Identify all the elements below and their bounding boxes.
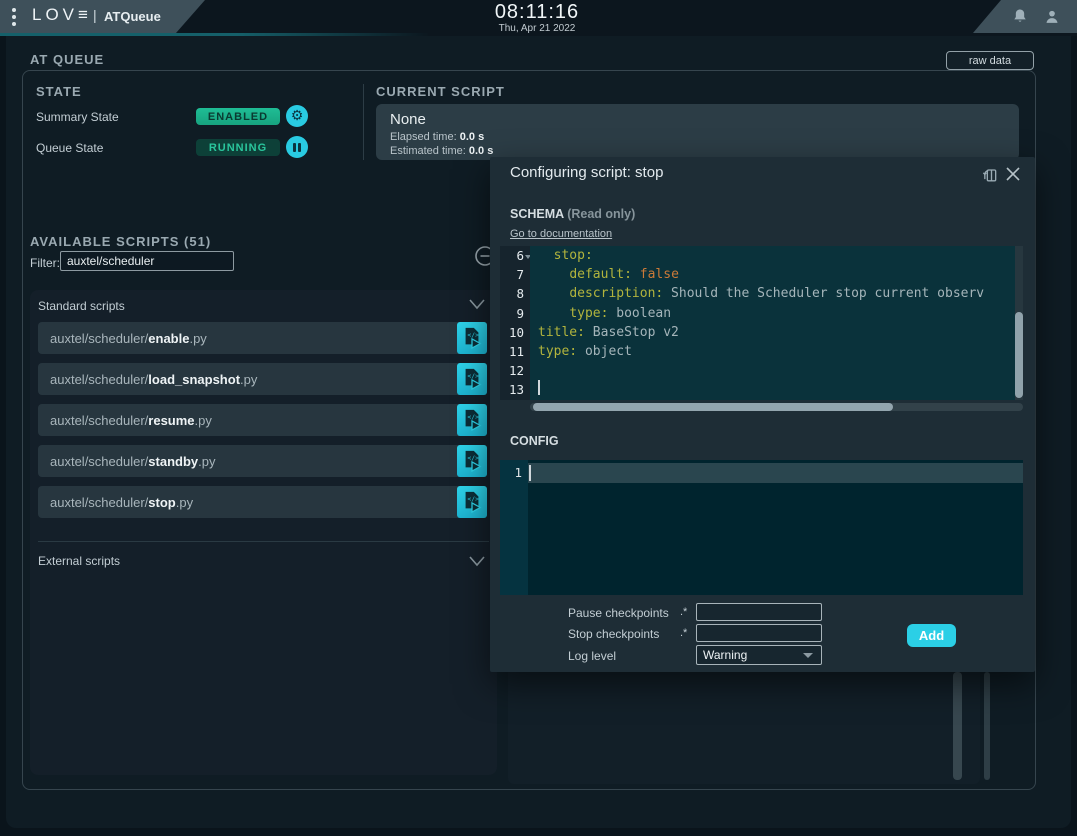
scrollbar-thumb[interactable] (953, 672, 962, 780)
launch-script-button[interactable]: </> (457, 322, 487, 354)
state-section-title: STATE (36, 84, 82, 99)
config-editor[interactable]: 1 (500, 460, 1023, 595)
script-row: auxtel/scheduler/standby.py </> (38, 445, 487, 477)
launch-script-button[interactable]: </> (457, 445, 487, 477)
waiting-scripts-panel (508, 658, 980, 784)
app-title: ATQueue (104, 9, 161, 24)
current-script-title: CURRENT SCRIPT (376, 84, 505, 99)
elapsed-time: Elapsed time: 0.0 s (390, 131, 484, 143)
logo-separator: | (93, 7, 97, 23)
schema-section-title: SCHEMA (Read only) (510, 207, 635, 221)
script-path: auxtel/scheduler/stop.py (38, 495, 193, 510)
filter-input[interactable] (60, 251, 234, 271)
select-caret-icon (803, 653, 813, 658)
menu-kebab-icon[interactable] (12, 8, 16, 26)
scrollbar-thumb[interactable] (1015, 312, 1023, 398)
launch-script-icon: </> (461, 490, 483, 514)
documentation-link[interactable]: Go to documentation (510, 228, 612, 240)
stop-checkpoints-input[interactable] (696, 624, 822, 642)
summary-state-config-button[interactable]: ⚙ (286, 105, 308, 127)
panel-title: AT QUEUE (30, 52, 104, 67)
user-account-icon[interactable] (1042, 7, 1062, 32)
svg-text:</>: </> (467, 331, 479, 339)
script-row: auxtel/scheduler/load_snapshot.py </> (38, 363, 487, 395)
external-scripts-header[interactable]: External scripts (38, 554, 120, 568)
current-script-name: None (390, 111, 426, 128)
close-icon[interactable] (1004, 165, 1022, 188)
raw-data-button[interactable]: raw data (946, 51, 1034, 70)
configure-script-modal: Configuring script: stop SCHEMA (Read on… (490, 157, 1035, 672)
svg-text:</>: </> (467, 413, 479, 421)
estimated-time: Estimated time: 0.0 s (390, 145, 493, 157)
gear-icon: ⚙ (291, 109, 304, 123)
dock-window-icon[interactable] (979, 165, 999, 190)
schema-editor-lines: stop: default: false description: Should… (530, 246, 1023, 400)
add-button[interactable]: Add (907, 624, 956, 647)
launch-script-button[interactable]: </> (457, 486, 487, 518)
script-path: auxtel/scheduler/resume.py (38, 413, 212, 428)
scrollbar-thumb[interactable] (984, 672, 990, 780)
state-divider (363, 84, 364, 160)
schema-editor[interactable]: 678910111213 stop: default: false descri… (500, 246, 1023, 400)
clock-time: 08:11:16 (437, 1, 637, 24)
clock-date: Thu, Apr 21 2022 (437, 23, 637, 34)
log-level-select[interactable]: Warning (696, 645, 822, 665)
script-path: auxtel/scheduler/enable.py (38, 331, 207, 346)
group-divider (38, 541, 489, 542)
script-path: auxtel/scheduler/standby.py (38, 454, 215, 469)
svg-text:</>: </> (467, 372, 479, 380)
schema-editor-gutter: 678910111213 (500, 246, 530, 400)
script-row: auxtel/scheduler/enable.py </> (38, 322, 487, 354)
log-level-value: Warning (697, 648, 803, 662)
script-row: auxtel/scheduler/stop.py </> (38, 486, 487, 518)
svg-text:</>: </> (467, 454, 479, 462)
standard-scripts-header[interactable]: Standard scripts (38, 299, 125, 313)
launch-script-button[interactable]: </> (457, 363, 487, 395)
chevron-down-icon[interactable] (468, 297, 486, 316)
summary-state-badge: ENABLED (196, 108, 280, 125)
script-row: auxtel/scheduler/resume.py </> (38, 404, 487, 436)
scrollbar-thumb[interactable] (533, 403, 893, 411)
pause-checkpoints-label: Pause checkpoints (568, 606, 669, 620)
standard-scripts-list: auxtel/scheduler/enable.py </> auxtel/sc… (38, 322, 487, 518)
config-active-line (528, 463, 1023, 483)
pause-queue-button[interactable] (286, 136, 308, 158)
config-section-title: CONFIG (510, 434, 559, 448)
top-bar: LOV≡ | ATQueue 08:11:16 Thu, Apr 21 2022 (0, 0, 1077, 36)
text-cursor (529, 465, 531, 481)
launch-script-button[interactable]: </> (457, 404, 487, 436)
log-level-label: Log level (568, 649, 616, 663)
notifications-bell-icon[interactable] (1010, 7, 1030, 32)
script-path: auxtel/scheduler/load_snapshot.py (38, 372, 257, 387)
launch-script-icon: </> (461, 449, 483, 473)
config-line-number: 1 (500, 463, 522, 482)
pause-checkpoints-input[interactable] (696, 603, 822, 621)
stop-checkpoints-hint: .* (680, 627, 687, 639)
launch-script-icon: </> (461, 367, 483, 391)
modal-title: Configuring script: stop (510, 164, 663, 181)
svg-text:</>: </> (467, 495, 479, 503)
queue-state-badge: RUNNING (196, 139, 280, 156)
launch-script-icon: </> (461, 326, 483, 350)
queue-state-label: Queue State (36, 141, 103, 155)
pause-icon (293, 143, 302, 152)
available-scripts-title: AVAILABLE SCRIPTS (51) (30, 234, 211, 249)
pause-checkpoints-hint: .* (680, 606, 687, 618)
love-logo: LOV≡ (32, 5, 92, 25)
summary-state-label: Summary State (36, 110, 119, 124)
chevron-down-icon[interactable] (468, 554, 486, 573)
launch-script-icon: </> (461, 408, 483, 432)
filter-label: Filter: (30, 256, 60, 270)
atqueue-screen: LOV≡ | ATQueue 08:11:16 Thu, Apr 21 2022… (0, 0, 1077, 836)
stop-checkpoints-label: Stop checkpoints (568, 627, 659, 641)
